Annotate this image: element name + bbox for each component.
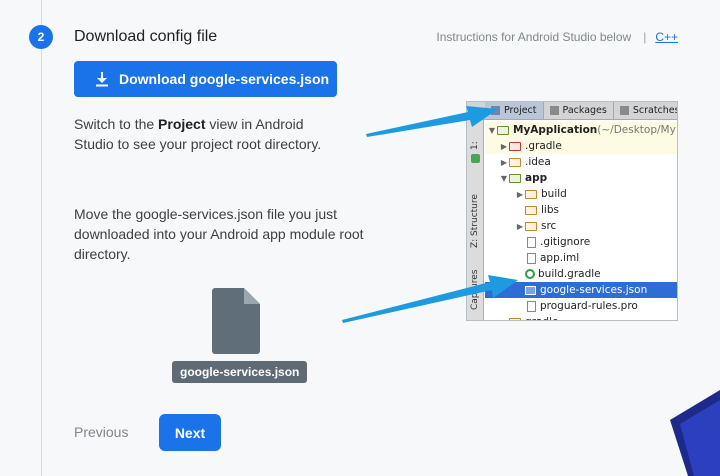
arrow-to-json-file — [342, 275, 518, 323]
arrow-to-project-tab — [366, 106, 498, 137]
pointer-arrows — [342, 106, 518, 323]
